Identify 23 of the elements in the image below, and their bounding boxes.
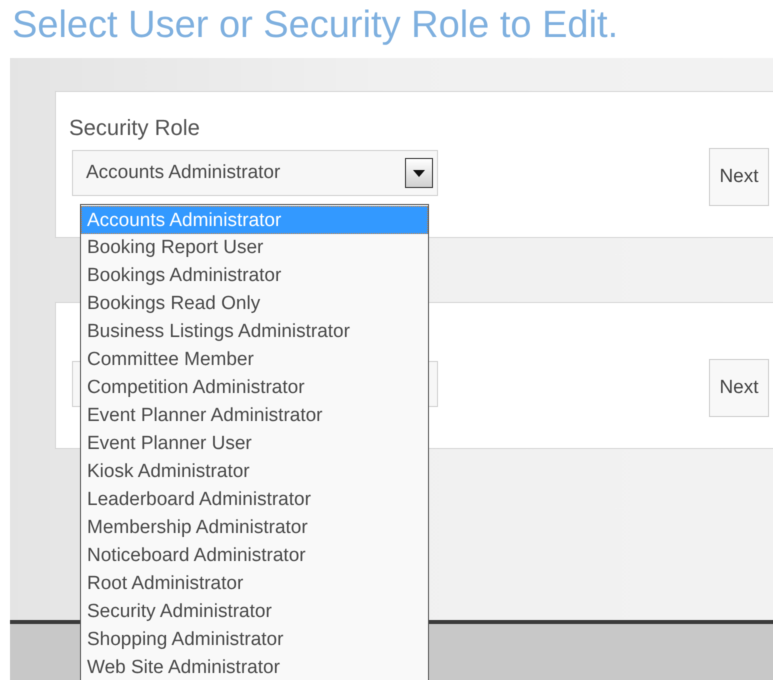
- dropdown-option[interactable]: Membership Administrator: [81, 514, 428, 542]
- next-button[interactable]: Next: [709, 148, 769, 206]
- dropdown-option[interactable]: Bookings Read Only: [81, 290, 428, 318]
- selected-value: Accounts Administrator: [86, 160, 282, 185]
- dropdown-option[interactable]: Noticeboard Administrator: [81, 542, 428, 570]
- dropdown-option[interactable]: Competition Administrator: [81, 374, 428, 402]
- dropdown-option[interactable]: Booking Report User: [81, 234, 428, 262]
- caret-icon[interactable]: [405, 158, 433, 188]
- field-label: Security Role: [69, 114, 200, 142]
- dropdown-option[interactable]: Bookings Administrator: [81, 262, 428, 290]
- dropdown-option[interactable]: Web Site Administrator: [81, 654, 428, 680]
- next-button[interactable]: Next: [709, 359, 769, 417]
- dropdown-option[interactable]: Event Planner Administrator: [81, 402, 428, 430]
- dropdown-option[interactable]: Kiosk Administrator: [81, 458, 428, 486]
- dropdown-option[interactable]: Shopping Administrator: [81, 626, 428, 654]
- dropdown-option[interactable]: Business Listings Administrator: [81, 318, 428, 346]
- dropdown-option[interactable]: Root Administrator: [81, 570, 428, 598]
- page-title: Select User or Security Role to Edit.: [12, 3, 620, 48]
- dropdown-option[interactable]: Security Administrator: [81, 598, 428, 626]
- dropdown-option[interactable]: Leaderboard Administrator: [81, 486, 428, 514]
- dropdown-option[interactable]: Event Planner User: [81, 430, 428, 458]
- dropdown-field[interactable]: Accounts Administrator: [72, 150, 438, 196]
- dropdown-option[interactable]: Committee Member: [81, 346, 428, 374]
